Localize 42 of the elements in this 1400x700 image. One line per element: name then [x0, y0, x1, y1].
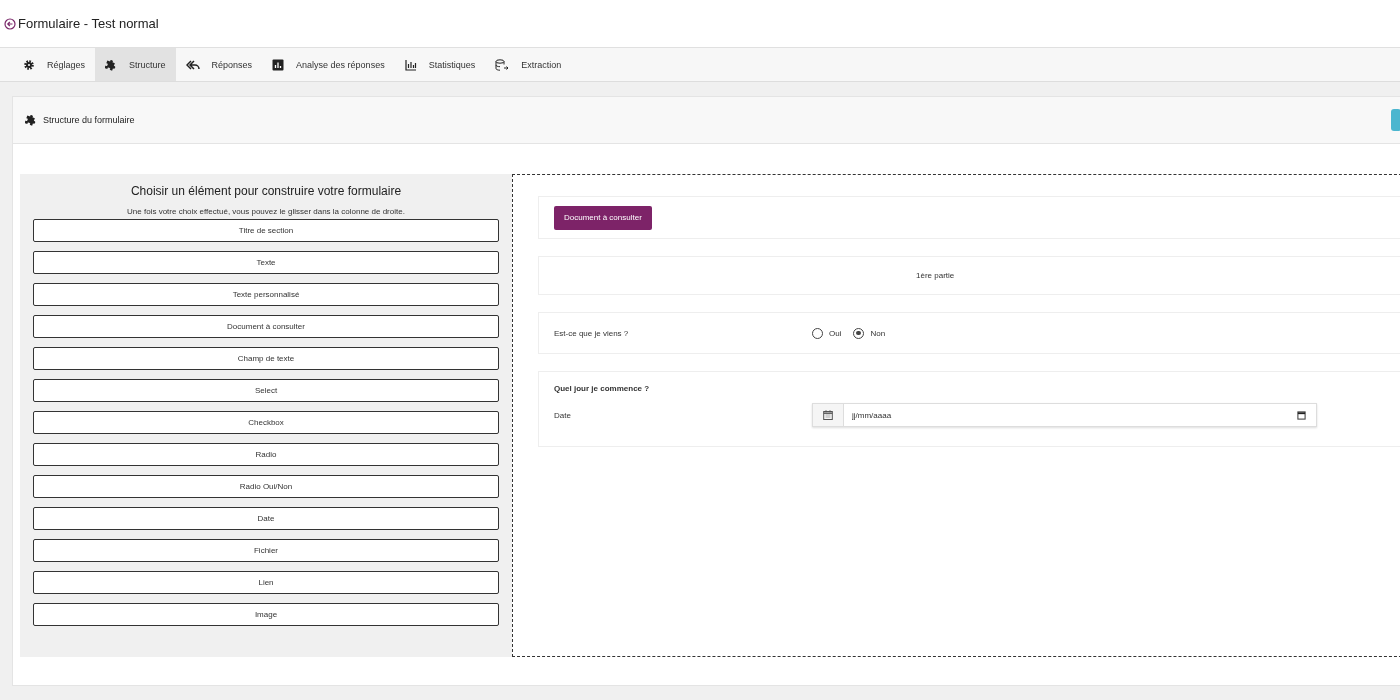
element-option[interactable]: Radio — [33, 443, 499, 466]
gear-icon — [23, 58, 35, 71]
puzzle-icon — [105, 58, 118, 71]
element-option[interactable]: Select — [33, 379, 499, 402]
tab[interactable]: Structure — [95, 48, 176, 81]
radio-label: Oui — [829, 328, 842, 338]
tab[interactable]: Réglages — [13, 48, 96, 81]
element-option[interactable]: Image — [33, 603, 499, 626]
calendar-icon[interactable] — [1297, 410, 1306, 420]
element-option[interactable]: Texte personnalisé — [33, 283, 499, 306]
puzzle-icon — [25, 114, 37, 126]
element-option[interactable]: Texte — [33, 251, 499, 274]
tab[interactable]: Statistiques — [394, 48, 486, 81]
section-title: 1ère partie — [916, 271, 955, 280]
page-title: Formulaire - Test normal — [18, 16, 159, 31]
element-option[interactable]: Lien — [33, 571, 499, 594]
tab[interactable]: Réponses — [175, 48, 263, 81]
bar-chart-icon — [404, 58, 417, 71]
field-label: Date — [554, 410, 572, 420]
tab[interactable]: Analyse des réponses — [262, 48, 395, 81]
back-arrow-icon[interactable] — [4, 17, 16, 30]
date-field[interactable]: jj/mm/aaaa — [812, 403, 1317, 427]
document-button[interactable]: Document à consulter — [554, 205, 652, 230]
card-title: Structure du formulaire — [43, 115, 135, 125]
radio-label: Non — [870, 328, 886, 338]
palette-title: Choisir un élément pour construire votre formulaire — [130, 184, 402, 198]
chart-square-icon — [272, 58, 285, 71]
element-option[interactable]: Titre de section — [33, 219, 499, 242]
element-option[interactable]: Date — [33, 507, 499, 530]
tab[interactable]: Extraction — [485, 48, 572, 81]
element-option[interactable]: Radio Oui/Non — [33, 475, 499, 498]
palette-hint: Une fois votre choix effectué, vous pouvez le glisser dans la colonne de droite. — [127, 207, 405, 216]
database-export-icon — [495, 58, 510, 71]
date-input[interactable]: jj/mm/aaaa — [844, 409, 1297, 421]
element-option[interactable]: Checkbox — [33, 411, 499, 434]
question-label: Est-ce que je viens ? — [554, 328, 630, 338]
question-title: Quel jour je commence ? — [554, 384, 651, 393]
element-option[interactable]: Champ de texte — [33, 347, 499, 370]
reply-all-icon — [185, 58, 200, 71]
calendar-icon — [823, 410, 833, 420]
element-option[interactable]: Document à consulter — [33, 315, 499, 338]
element-option[interactable]: Fichier — [33, 539, 499, 562]
